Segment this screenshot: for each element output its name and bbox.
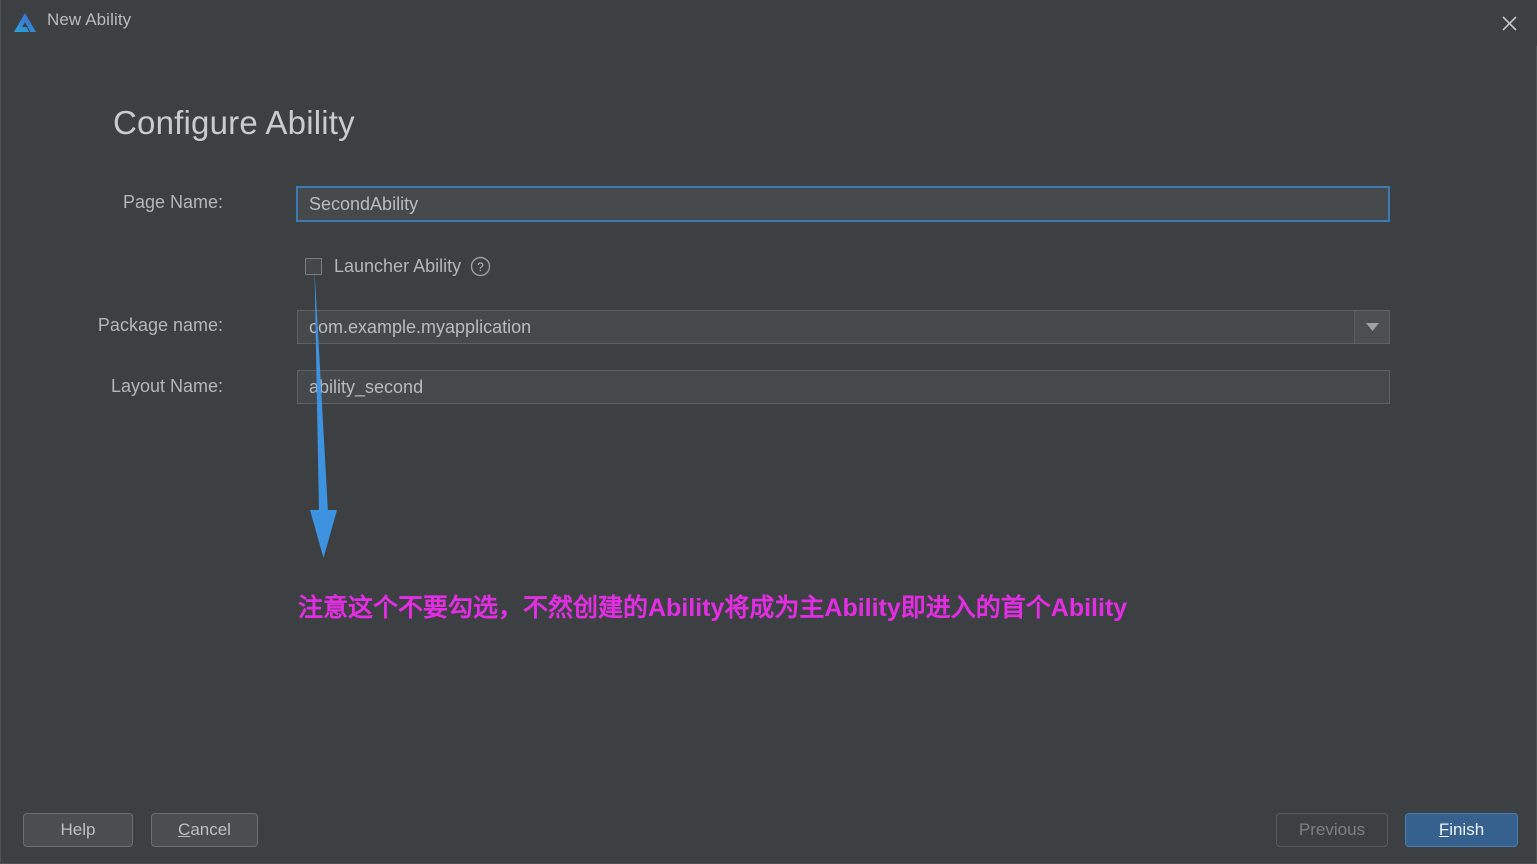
launcher-ability-row: Launcher Ability ? xyxy=(305,254,491,278)
layout-name-input[interactable]: ability_second xyxy=(297,370,1390,404)
finish-button-mnemonic: F xyxy=(1438,820,1450,839)
annotation-text: 注意这个不要勾选，不然创建的Ability将成为主Ability即进入的首个Ab… xyxy=(298,594,1128,622)
chevron-down-icon xyxy=(1365,318,1379,336)
title-bar: New Ability xyxy=(1,0,1537,46)
previous-button[interactable]: Previous xyxy=(1276,813,1388,847)
package-name-label: Package name: xyxy=(97,315,223,335)
package-name-dropdown-button[interactable] xyxy=(1354,310,1390,344)
cancel-button-mnemonic: C xyxy=(178,820,191,839)
page-name-value: SecondAbility xyxy=(309,193,419,214)
layout-name-label: Layout Name: xyxy=(110,376,223,396)
package-name-input[interactable]: com.example.myapplication xyxy=(297,310,1390,344)
cancel-button[interactable]: Cancel xyxy=(151,813,258,847)
svg-text:?: ? xyxy=(477,260,484,274)
finish-button-label: inish xyxy=(1449,820,1485,839)
launcher-ability-checkbox[interactable] xyxy=(305,257,322,275)
previous-button-label: Previous xyxy=(1298,820,1366,839)
cancel-button-label: ancel xyxy=(190,820,231,839)
window-title: New Ability xyxy=(47,10,132,29)
launcher-ability-label: Launcher Ability xyxy=(334,255,462,276)
help-button[interactable]: Help xyxy=(23,813,133,847)
question-mark-circle-icon[interactable]: ? xyxy=(470,256,491,277)
help-button-label: Help xyxy=(60,820,96,839)
close-icon[interactable] xyxy=(1494,9,1524,37)
dialog-window: New Ability Configure Ability Page Name:… xyxy=(0,0,1537,864)
page-name-input[interactable]: SecondAbility xyxy=(296,186,1390,222)
deveco-triangle-logo-icon xyxy=(12,11,38,35)
page-title: Configure Ability xyxy=(113,104,355,141)
layout-name-value: ability_second xyxy=(309,376,424,397)
finish-button[interactable]: Finish xyxy=(1405,813,1518,847)
package-name-value: com.example.myapplication xyxy=(309,316,532,337)
page-name-label: Page Name: xyxy=(122,192,223,212)
